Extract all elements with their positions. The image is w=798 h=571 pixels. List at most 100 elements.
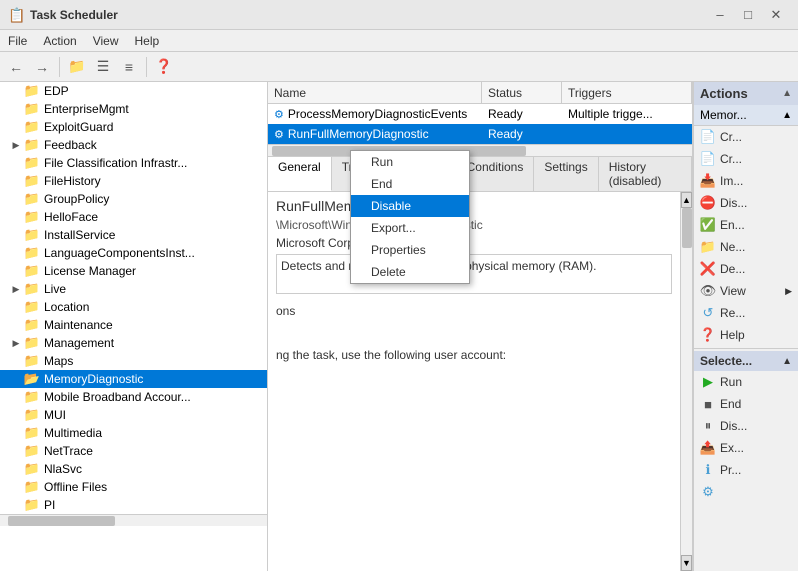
action-label: Cr... — [720, 152, 742, 166]
tree-label: Maintenance — [44, 318, 113, 332]
end-icon: ■ — [700, 396, 716, 412]
expand-arrow — [8, 353, 24, 369]
vscroll-up[interactable]: ▲ — [681, 192, 692, 208]
tree-item-live[interactable]: ▶ 📁 Live — [0, 280, 267, 298]
tree-item-mobilebroadband[interactable]: 📁 Mobile Broadband Accour... — [0, 388, 267, 406]
forward-button[interactable]: → — [30, 55, 54, 79]
tree-item-maps[interactable]: 📁 Maps — [0, 352, 267, 370]
close-button[interactable]: ✕ — [762, 0, 790, 30]
tree-item-multimedia[interactable]: 📁 Multimedia — [0, 424, 267, 442]
tree-item-pi[interactable]: 📁 PI — [0, 496, 267, 514]
menu-bar: File Action View Help — [0, 30, 798, 52]
tree-item-maintenance[interactable]: 📁 Maintenance — [0, 316, 267, 334]
tree-item-helloface[interactable]: 📁 HelloFace — [0, 208, 267, 226]
tree-label: File Classification Infrastr... — [44, 156, 187, 170]
action-help[interactable]: ❓ Help — [694, 324, 798, 346]
col-header-status: Status — [482, 82, 562, 103]
task-name: ProcessMemoryDiagnosticEvents — [288, 107, 467, 121]
tree-item-management[interactable]: ▶ 📁 Management — [0, 334, 267, 352]
memory-expand-icon[interactable]: ▲ — [782, 110, 792, 121]
action-enable[interactable]: ✅ En... — [694, 214, 798, 236]
action-refresh[interactable]: ↺ Re... — [694, 302, 798, 324]
folder-icon: 📁 — [24, 425, 40, 441]
menu-action[interactable]: Action — [35, 32, 84, 50]
action-view[interactable]: 👁 View ▶ — [694, 280, 798, 302]
tree-item-licensemanager[interactable]: 📁 License Manager — [0, 262, 267, 280]
title-bar: 📋 Task Scheduler – □ ✕ — [0, 0, 798, 30]
context-disable[interactable]: Disable — [351, 195, 469, 217]
task-row-processmemory[interactable]: ⚙ ProcessMemoryDiagnosticEvents Ready Mu… — [268, 104, 692, 124]
context-export[interactable]: Export... — [351, 217, 469, 239]
action-end[interactable]: ■ End — [694, 393, 798, 415]
action-label: En... — [720, 218, 745, 232]
folder-icon: 📁 — [24, 335, 40, 351]
action-import[interactable]: 📥 Im... — [694, 170, 798, 192]
detail-vscroll[interactable]: ▲ ▼ — [680, 192, 692, 571]
task-row-runfullmemory[interactable]: ⚙ RunFullMemoryDiagnostic Ready — [268, 124, 692, 144]
expand-arrow — [8, 389, 24, 405]
show-hide-button[interactable]: ☰ — [91, 55, 115, 79]
actions-header: Actions ▲ — [694, 82, 798, 105]
action-export[interactable]: 📤 Ex... — [694, 437, 798, 459]
tree-item-filehistory[interactable]: 📁 FileHistory — [0, 172, 267, 190]
memory-label: Memor... — [700, 108, 747, 122]
vscroll-down[interactable]: ▼ — [681, 555, 692, 571]
help-button[interactable]: ❓ — [152, 55, 176, 79]
context-run[interactable]: Run — [351, 151, 469, 173]
action-create2[interactable]: 📄 Cr... — [694, 148, 798, 170]
tree-label: NetTrace — [44, 444, 93, 458]
tree-item-languagecomponents[interactable]: 📁 LanguageComponentsInst... — [0, 244, 267, 262]
folder-icon: 📁 — [24, 191, 40, 207]
tree-item-fileclassification[interactable]: 📁 File Classification Infrastr... — [0, 154, 267, 172]
action-create1[interactable]: 📄 Cr... — [694, 126, 798, 148]
maximize-button[interactable]: □ — [734, 0, 762, 30]
action-properties[interactable]: ℹ Pr... — [694, 459, 798, 481]
tree-label: GroupPolicy — [44, 192, 109, 206]
tree-item-edp[interactable]: 📁 EDP — [0, 82, 267, 100]
tree-item-feedback[interactable]: ▶ 📁 Feedback — [0, 136, 267, 154]
tree-item-memorydiagnostic[interactable]: 📂 MemoryDiagnostic — [0, 370, 267, 388]
back-button[interactable]: ← — [4, 55, 28, 79]
context-delete[interactable]: Delete — [351, 261, 469, 283]
selected-expand-icon[interactable]: ▲ — [782, 356, 792, 367]
tab-general[interactable]: General — [268, 157, 332, 191]
expand-arrow — [8, 209, 24, 225]
export-icon: 📤 — [700, 440, 716, 456]
tree-item-nlasvc[interactable]: 📁 NlaSvc — [0, 460, 267, 478]
tree-item-enterprisemgmt[interactable]: 📁 EnterpriseMgmt — [0, 100, 267, 118]
context-properties[interactable]: Properties — [351, 239, 469, 261]
action-new[interactable]: 📁 Ne... — [694, 236, 798, 258]
action-run[interactable]: ▶ Run — [694, 371, 798, 393]
show-hide-action-button[interactable]: ≡ — [117, 55, 141, 79]
create2-icon: 📄 — [700, 151, 716, 167]
folder-button[interactable]: 📁 — [65, 55, 89, 79]
folder-icon: 📁 — [24, 353, 40, 369]
tree-item-location[interactable]: 📁 Location — [0, 298, 267, 316]
task-list-header: Name Status Triggers — [268, 82, 692, 104]
action-dis[interactable]: ⏸ Dis... — [694, 415, 798, 437]
menu-file[interactable]: File — [0, 32, 35, 50]
menu-help[interactable]: Help — [127, 32, 168, 50]
tab-settings[interactable]: Settings — [534, 157, 598, 191]
left-panel[interactable]: 📁 EDP 📁 EnterpriseMgmt 📁 ExploitGuard ▶ … — [0, 82, 268, 571]
menu-view[interactable]: View — [85, 32, 127, 50]
col-header-triggers: Triggers — [562, 82, 692, 103]
tree-item-offlinefiles[interactable]: 📁 Offline Files — [0, 478, 267, 496]
tree-item-exploitguard[interactable]: 📁 ExploitGuard — [0, 118, 267, 136]
context-end[interactable]: End — [351, 173, 469, 195]
tree-hscroll[interactable] — [0, 514, 267, 526]
tree-item-nettrace[interactable]: 📁 NetTrace — [0, 442, 267, 460]
task-list-hscroll[interactable] — [268, 144, 692, 156]
tree-item-grouppolicy[interactable]: 📁 GroupPolicy — [0, 190, 267, 208]
tab-history[interactable]: History (disabled) — [599, 157, 692, 191]
action-bottom[interactable]: ⚙ — [694, 481, 798, 503]
task-status-selected: Ready — [482, 127, 562, 141]
tree-item-installservice[interactable]: 📁 InstallService — [0, 226, 267, 244]
task-list: ⚙ ProcessMemoryDiagnosticEvents Ready Mu… — [268, 104, 692, 144]
action-disable[interactable]: ⛔ Dis... — [694, 192, 798, 214]
actions-expand-icon[interactable]: ▲ — [782, 88, 792, 99]
tree-item-mui[interactable]: 📁 MUI — [0, 406, 267, 424]
action-delete[interactable]: ❌ De... — [694, 258, 798, 280]
action-label: Help — [720, 328, 745, 342]
minimize-button[interactable]: – — [706, 0, 734, 30]
